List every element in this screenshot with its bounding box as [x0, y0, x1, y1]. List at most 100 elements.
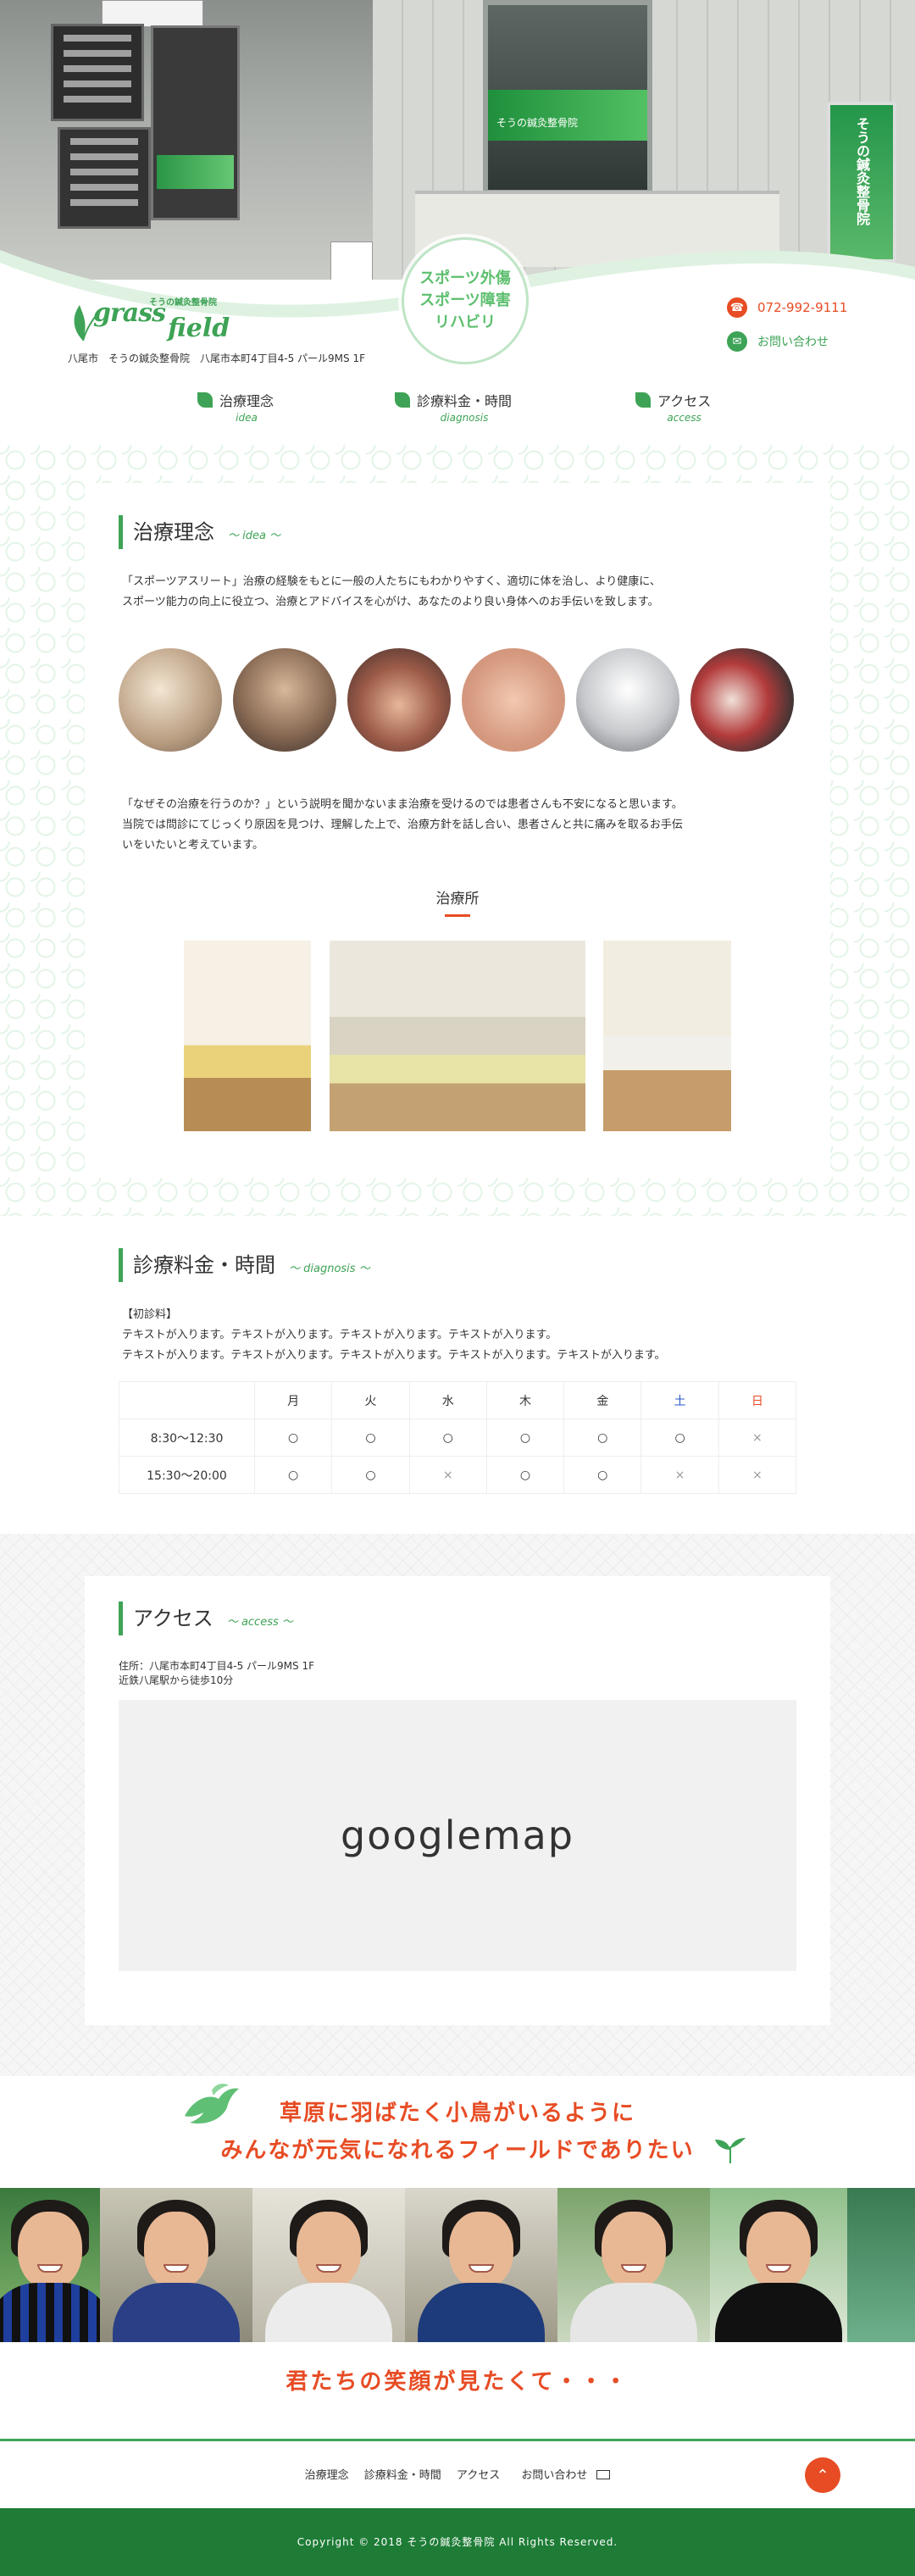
- mark-cell: ×: [408, 1456, 487, 1494]
- clinic-photo-room: [330, 941, 585, 1131]
- door-sign-text: そうの鍼灸整骨院: [496, 117, 579, 129]
- badge-line-2: スポーツ障害: [419, 291, 511, 309]
- section-title-en: ～ access ～: [226, 1616, 293, 1629]
- mark-cell: ○: [253, 1456, 333, 1494]
- mark-cell: ○: [408, 1418, 487, 1457]
- text-line: テキストが入ります。テキストが入ります。テキストが入ります。テキストが入ります。…: [122, 1349, 666, 1362]
- text-line: いをいたいと考えています。: [122, 839, 264, 852]
- nav-sub: diagnosis: [440, 412, 489, 424]
- time-cell: 8:30〜12:30: [119, 1418, 255, 1457]
- address-line: 住所：八尾市本町4丁目4-5 パール9MS 1F: [119, 1660, 315, 1672]
- mail-icon: ✉: [727, 331, 747, 352]
- athlete-photo: [847, 2188, 915, 2342]
- treatment-photo: [119, 648, 222, 752]
- table-header-row: 月 火 水 木 金 土 日: [119, 1381, 797, 1419]
- mark-cell: ○: [331, 1456, 410, 1494]
- nav-sub: access: [667, 412, 702, 424]
- footer-link-access[interactable]: アクセス: [457, 2469, 500, 2482]
- mark-cell: ○: [563, 1418, 642, 1457]
- footer-nav: 治療理念 診療料金・時間 アクセス お問い合わせ: [0, 2466, 915, 2482]
- phone-number: 072-992-9111: [757, 300, 848, 315]
- nav-item-access[interactable]: アクセス access: [635, 390, 711, 424]
- day-header: 日: [718, 1381, 797, 1419]
- day-header: 水: [408, 1381, 487, 1419]
- philosophy-heading: 治療理念 ～ idea ～: [119, 515, 280, 549]
- global-nav: 治療理念 idea 診療料金・時間 diagnosis アクセス access: [0, 390, 915, 424]
- phone-link[interactable]: ☎ 072-992-9111: [727, 295, 847, 320]
- logo-en-text: grass: [93, 298, 166, 328]
- athlete-photo: [710, 2188, 847, 2342]
- fees-text: 【初診料】 テキストが入ります。テキストが入ります。テキストが入ります。テキスト…: [122, 1305, 666, 1366]
- mark-cell: ○: [253, 1418, 333, 1457]
- mark-cell: ×: [718, 1418, 797, 1457]
- google-map[interactable]: googlemap: [119, 1700, 796, 1971]
- table-row: 8:30〜12:30 ○ ○ ○ ○ ○ ○ ×: [119, 1418, 797, 1457]
- text-line: 「なぜその治療を行うのか？」という説明を聞かないまま治療を受けるのでは患者さんも…: [122, 798, 683, 811]
- nav-sub: idea: [236, 412, 258, 424]
- service-badge: スポーツ外傷 スポーツ障害 リハビリ: [402, 237, 529, 364]
- athlete-photo: [252, 2188, 405, 2342]
- nav-label: 診療料金・時間: [417, 393, 513, 409]
- table-row: 15:30〜20:00 ○ ○ × ○ ○ × ×: [119, 1456, 797, 1494]
- sprout-icon: [715, 2138, 746, 2163]
- section-title-en: ～ diagnosis ～: [289, 1263, 370, 1275]
- day-header: 土: [640, 1381, 719, 1419]
- mark-cell: ○: [331, 1418, 410, 1457]
- fee-label: 【初診料】: [122, 1308, 178, 1321]
- mark-cell: ○: [485, 1456, 565, 1494]
- mark-cell: ×: [640, 1456, 719, 1494]
- slogan-block: 草原に羽ばたく小鳥がいるように みんなが元気になれるフィールドでありたい: [0, 2080, 915, 2190]
- athlete-photo-strip: [0, 2188, 915, 2342]
- mark-cell: ○: [485, 1418, 565, 1457]
- philosophy-text-2: 「なぜその治療を行うのか？」という説明を聞かないまま治療を受けるのでは患者さんも…: [122, 795, 683, 856]
- badge-line-3: リハビリ: [435, 314, 496, 331]
- clinic-photo-waiting: [184, 941, 311, 1131]
- nav-item-idea[interactable]: 治療理念 idea: [197, 390, 274, 424]
- envelope-icon: [596, 2470, 611, 2479]
- station-line: 近鉄八尾駅から徒歩10分: [119, 1674, 234, 1686]
- treatment-photos: [119, 648, 796, 754]
- footer-link-idea[interactable]: 治療理念: [305, 2469, 349, 2482]
- section-title-en: ～ idea ～: [228, 530, 281, 542]
- signboard-tall: [151, 25, 240, 220]
- day-header: 金: [563, 1381, 642, 1419]
- treatment-photo: [233, 648, 336, 752]
- map-placeholder-label: googlemap: [341, 1813, 574, 1858]
- treatment-photo: [576, 648, 679, 752]
- back-to-top-button[interactable]: ⌃: [805, 2457, 840, 2493]
- header-address: 八尾市 そうの鍼灸整骨院 八尾市本町4丁目4-5 パール9MS 1F: [68, 353, 366, 364]
- access-heading: アクセス ～ access ～: [119, 1602, 293, 1635]
- contact-link[interactable]: ✉ お問い合わせ: [727, 329, 847, 354]
- schedule-table: 月 火 水 木 金 土 日 8:30〜12:30 ○ ○ ○ ○ ○ ○ × 1…: [119, 1381, 797, 1494]
- logo-en-text-2: field: [168, 314, 230, 343]
- footer-link-contact[interactable]: お問い合わせ: [515, 2469, 611, 2482]
- copyright-bar: Copyright © 2018 そうの鍼灸整骨院 All Rights Res…: [0, 2508, 915, 2576]
- clinic-heading: 治療所: [0, 886, 915, 917]
- leaf-icon: [395, 392, 410, 408]
- access-address: 住所：八尾市本町4丁目4-5 パール9MS 1F 近鉄八尾駅から徒歩10分: [119, 1659, 314, 1688]
- contact-label: お問い合わせ: [757, 336, 829, 349]
- signboard-left: [51, 24, 144, 121]
- leaf-icon: [635, 392, 651, 408]
- phone-icon: ☎: [727, 297, 747, 318]
- copyright-text: Copyright © 2018 そうの鍼灸整骨院 All Rights Res…: [297, 2536, 618, 2548]
- footer-link-diagnosis[interactable]: 診療料金・時間: [364, 2469, 441, 2482]
- slogan-line-2: みんなが元気になれるフィールドでありたい: [220, 2138, 695, 2163]
- nav-item-diagnosis[interactable]: 診療料金・時間 diagnosis: [395, 390, 512, 424]
- athlete-photo: [557, 2188, 710, 2342]
- treatment-photo: [347, 648, 451, 752]
- text-line: 当院では問診にてじっくり原因を見つけ、理解した上で、治療方針を話し合い、患者さん…: [122, 819, 683, 831]
- text-line: スポーツ能力の向上に役立つ、治療とアドバイスを心がけ、あなたのより良い身体へのお…: [122, 596, 659, 608]
- text-line: テキストが入ります。テキストが入ります。テキストが入ります。テキストが入ります。: [122, 1329, 557, 1341]
- clinic-title: 治療所: [435, 891, 480, 908]
- athlete-photo: [100, 2188, 252, 2342]
- clinic-photo-bed: [603, 941, 731, 1131]
- chevron-up-icon: ⌃: [816, 2466, 829, 2484]
- fees-heading: 診療料金・時間 ～ diagnosis ～: [119, 1248, 370, 1282]
- time-cell: 15:30〜20:00: [119, 1456, 255, 1494]
- site-logo[interactable]: そうの鍼灸整骨院 grass field: [68, 293, 237, 347]
- stand-sign-text: そうの鍼灸整骨院: [854, 117, 870, 225]
- mark-cell: ×: [718, 1456, 797, 1494]
- nav-label: アクセス: [657, 393, 712, 409]
- heading-underline: [445, 914, 470, 917]
